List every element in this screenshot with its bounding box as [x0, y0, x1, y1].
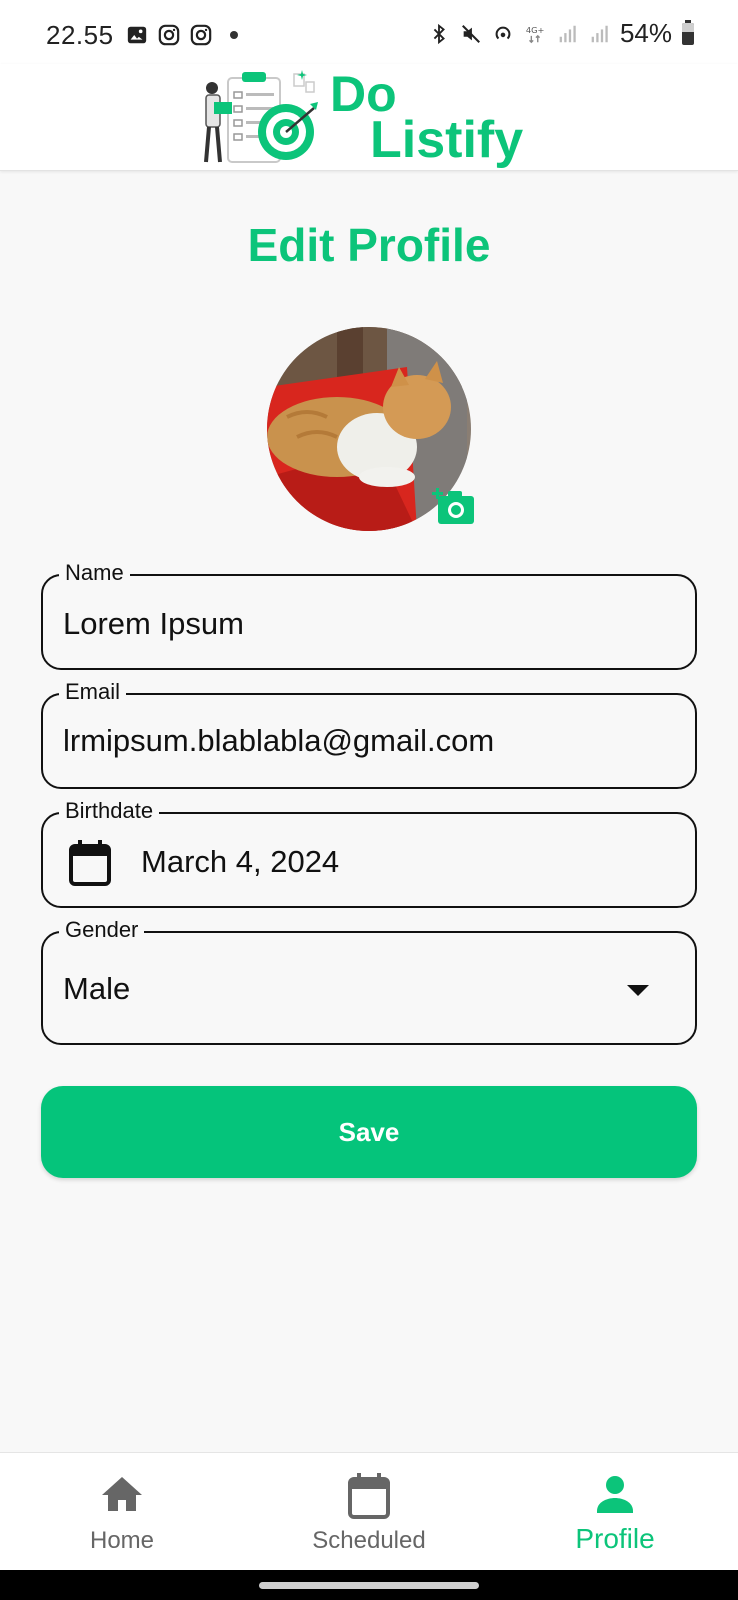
calendar-icon[interactable]: [69, 840, 111, 886]
calendar-icon: [348, 1473, 390, 1519]
birthdate-value[interactable]: March 4, 2024: [141, 844, 339, 880]
gallery-icon: [127, 26, 147, 44]
battery-icon: [682, 19, 694, 45]
email-label: Email: [59, 679, 127, 705]
home-gesture-bar[interactable]: [259, 1582, 479, 1589]
hotspot-icon: [495, 26, 511, 39]
gender-selected-value[interactable]: Male: [63, 971, 130, 1007]
nav-item-home[interactable]: Home: [32, 1453, 212, 1571]
gender-label: Gender: [59, 917, 145, 943]
4g-icon: 4G+: [526, 25, 545, 43]
save-button[interactable]: Save: [41, 1086, 697, 1178]
person-icon: [597, 1476, 633, 1513]
page-title: Edit Profile: [247, 219, 491, 271]
app-logo-text: Do Listify: [330, 64, 524, 169]
status-bar: 22.55 4G+ 54%: [0, 0, 738, 64]
name-input[interactable]: Lorem Ipsum: [63, 606, 244, 642]
chevron-down-icon[interactable]: [627, 985, 649, 996]
nav-label-scheduled: Scheduled: [312, 1527, 426, 1554]
nav-item-profile[interactable]: Profile: [525, 1453, 705, 1571]
app-bar: Do Listify: [0, 64, 738, 171]
name-field[interactable]: Name Lorem Ipsum: [41, 560, 697, 670]
mute-icon: [461, 24, 480, 43]
battery-percentage: 54%: [619, 18, 672, 48]
name-label: Name: [59, 560, 130, 586]
svg-text:4G+: 4G+: [526, 25, 545, 35]
logo-word-listify: Listify: [370, 111, 524, 169]
nav-label-profile: Profile: [575, 1523, 655, 1554]
instagram-icon: [190, 24, 212, 46]
bluetooth-icon: [433, 23, 445, 44]
birthdate-label: Birthdate: [59, 798, 160, 824]
birthdate-field[interactable]: Birthdate March 4, 2024: [41, 798, 697, 908]
nav-item-scheduled[interactable]: Scheduled: [279, 1453, 459, 1571]
email-input[interactable]: lrmipsum.blablabla@gmail.com: [63, 723, 494, 759]
status-system-icons: 4G+ 54%: [428, 18, 694, 49]
bottom-navigation: Home Scheduled Profile: [0, 1452, 738, 1571]
status-time: 22.55: [46, 20, 114, 50]
system-nav-bar: [0, 1570, 738, 1600]
signal-icon: [559, 25, 576, 42]
nav-label-home: Home: [89, 1527, 155, 1554]
status-notifications: [126, 24, 238, 46]
notification-dot: [230, 31, 238, 39]
logo-illustration-icon: [204, 70, 318, 163]
instagram-icon: [158, 24, 180, 46]
home-icon: [102, 1477, 142, 1511]
signal-icon: [591, 25, 608, 42]
email-field[interactable]: Email lrmipsum.blablabla@gmail.com: [41, 679, 697, 789]
gender-dropdown[interactable]: Gender Male: [41, 917, 697, 1045]
add-photo-icon[interactable]: [430, 480, 476, 526]
